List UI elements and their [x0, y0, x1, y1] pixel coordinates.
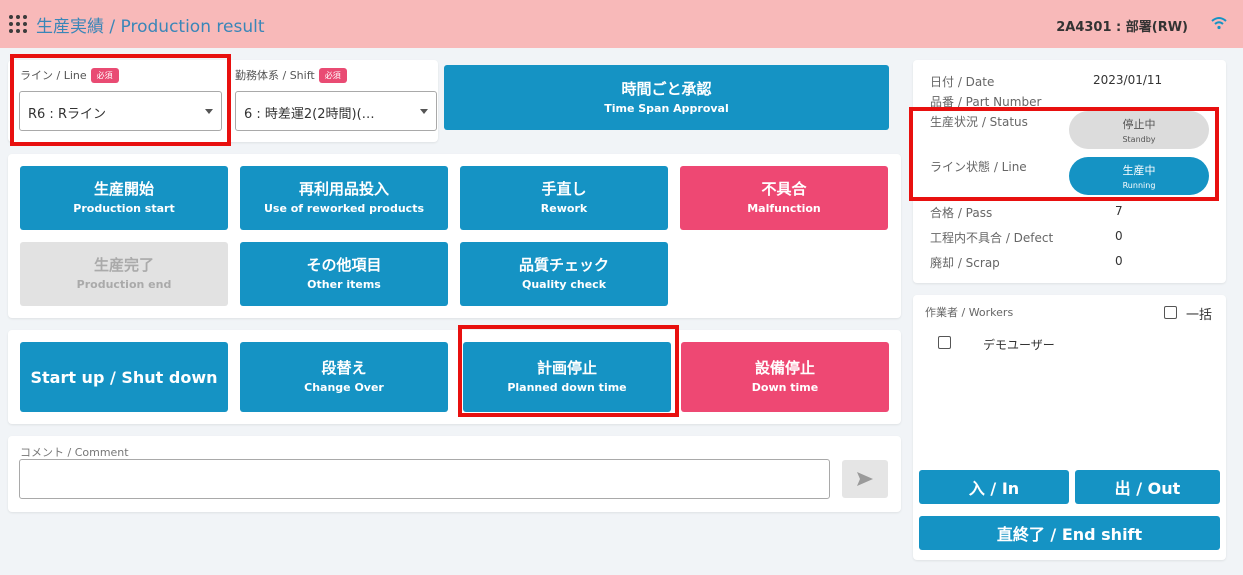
send-icon: [857, 472, 873, 486]
other-items-jp: その他項目: [306, 256, 382, 274]
down-time-button[interactable]: 設備停止 Down time: [681, 342, 889, 412]
quality-check-button[interactable]: 品質チェック Quality check: [460, 242, 668, 306]
line-label: ライン / Line 必須: [20, 67, 119, 83]
date-label: 日付 / Date: [930, 75, 995, 89]
production-end-button[interactable]: 生産完了 Production end: [20, 242, 228, 306]
shift-label-text: 勤務体系 / Shift: [235, 69, 315, 82]
pass-value: 7: [1115, 204, 1123, 218]
approval-jp: 時間ごと承認: [621, 79, 712, 98]
app-header: 生産実績 / Production result 2A4301 : 部署(RW): [0, 0, 1243, 48]
part-number-label: 品番 / Part Number: [930, 95, 1042, 109]
line-status-en: Running: [1122, 181, 1156, 190]
defect-value: 0: [1115, 229, 1123, 243]
wifi-icon: [1211, 17, 1227, 30]
production-start-jp: 生産開始: [93, 180, 154, 198]
scrap-value: 0: [1115, 254, 1123, 268]
out-button-label: 出 / Out: [1114, 479, 1181, 498]
rework-en: Rework: [540, 202, 588, 215]
change-over-jp: 段替え: [321, 359, 367, 377]
quality-check-jp: 品質チェック: [518, 256, 609, 274]
rework-jp: 手直し: [541, 180, 587, 198]
down-time-en: Down time: [751, 381, 819, 394]
chevron-down-icon: [420, 109, 428, 114]
change-over-en: Change Over: [304, 381, 384, 394]
line-label-text: ライン / Line: [20, 69, 87, 82]
status-badge: 停止中 Standby: [1069, 111, 1209, 149]
line-status-label: ライン状態 / Line: [930, 160, 1027, 174]
production-start-button[interactable]: 生産開始 Production start: [20, 166, 228, 230]
user-department: 2A4301 : 部署(RW): [1056, 20, 1188, 35]
page-title: 生産実績 / Production result: [36, 17, 265, 37]
line-status-badge: 生産中 Running: [1069, 157, 1209, 195]
production-end-en: Production end: [76, 278, 172, 291]
workers-label: 作業者 / Workers: [925, 306, 1014, 319]
select-all-checkbox[interactable]: [1164, 306, 1177, 319]
line-select[interactable]: R6 : Rライン: [19, 91, 222, 131]
comment-input[interactable]: [19, 459, 830, 499]
production-end-jp: 生産完了: [93, 256, 154, 274]
malfunction-en: Malfunction: [747, 202, 821, 215]
chevron-down-icon: [205, 109, 213, 114]
down-time-jp: 設備停止: [754, 359, 815, 377]
end-shift-button[interactable]: 直終了 / End shift: [919, 516, 1220, 550]
startup-shutdown-label: Start up / Shut down: [30, 367, 218, 387]
other-items-en: Other items: [307, 278, 381, 291]
reworked-products-jp: 再利用品投入: [298, 180, 389, 198]
line-select-value: R6 : Rライン: [28, 107, 106, 122]
end-shift-label: 直終了 / End shift: [996, 525, 1143, 544]
status-en: Standby: [1122, 135, 1156, 144]
out-button[interactable]: 出 / Out: [1075, 470, 1220, 504]
quality-check-en: Quality check: [521, 278, 607, 291]
planned-down-time-button[interactable]: 計画停止 Planned down time: [463, 342, 671, 412]
malfunction-jp: 不具合: [761, 180, 807, 198]
in-button-label: 入 / In: [968, 479, 1020, 498]
status-label: 生産状況 / Status: [930, 115, 1028, 129]
line-status-jp: 生産中: [1122, 164, 1156, 177]
grid-menu-icon[interactable]: [6, 10, 30, 38]
worker-checkbox[interactable]: [938, 336, 951, 349]
send-button[interactable]: [842, 460, 888, 498]
reworked-products-button[interactable]: 再利用品投入 Use of reworked products: [240, 166, 448, 230]
scrap-label: 廃却 / Scrap: [930, 256, 1000, 270]
other-items-button[interactable]: その他項目 Other items: [240, 242, 448, 306]
shift-label: 勤務体系 / Shift 必須: [235, 67, 347, 83]
approval-en: Time Span Approval: [604, 101, 729, 115]
planned-down-time-en: Planned down time: [507, 381, 627, 394]
defect-label: 工程内不具合 / Defect: [930, 231, 1054, 245]
change-over-button[interactable]: 段替え Change Over: [240, 342, 448, 412]
status-jp: 停止中: [1122, 118, 1156, 131]
planned-down-time-jp: 計画停止: [536, 359, 597, 377]
comment-label: コメント / Comment: [20, 446, 129, 459]
shift-select[interactable]: 6 : 時差運2(2時間)(…: [235, 91, 437, 131]
date-value: 2023/01/11: [1093, 73, 1163, 87]
in-button[interactable]: 入 / In: [919, 470, 1069, 504]
select-all-label: 一括: [1186, 308, 1213, 323]
rework-button[interactable]: 手直し Rework: [460, 166, 668, 230]
line-required-badge: 必須: [90, 68, 119, 83]
malfunction-button[interactable]: 不具合 Malfunction: [680, 166, 888, 230]
worker-name: デモユーザー: [983, 338, 1055, 352]
shift-select-value: 6 : 時差運2(2時間)(…: [244, 107, 375, 122]
reworked-products-en: Use of reworked products: [263, 202, 425, 215]
startup-shutdown-button[interactable]: Start up / Shut down: [20, 342, 228, 412]
pass-label: 合格 / Pass: [930, 206, 993, 220]
production-start-en: Production start: [73, 202, 175, 215]
time-span-approval-button[interactable]: 時間ごと承認 Time Span Approval: [444, 65, 889, 130]
shift-required-badge: 必須: [318, 68, 347, 83]
